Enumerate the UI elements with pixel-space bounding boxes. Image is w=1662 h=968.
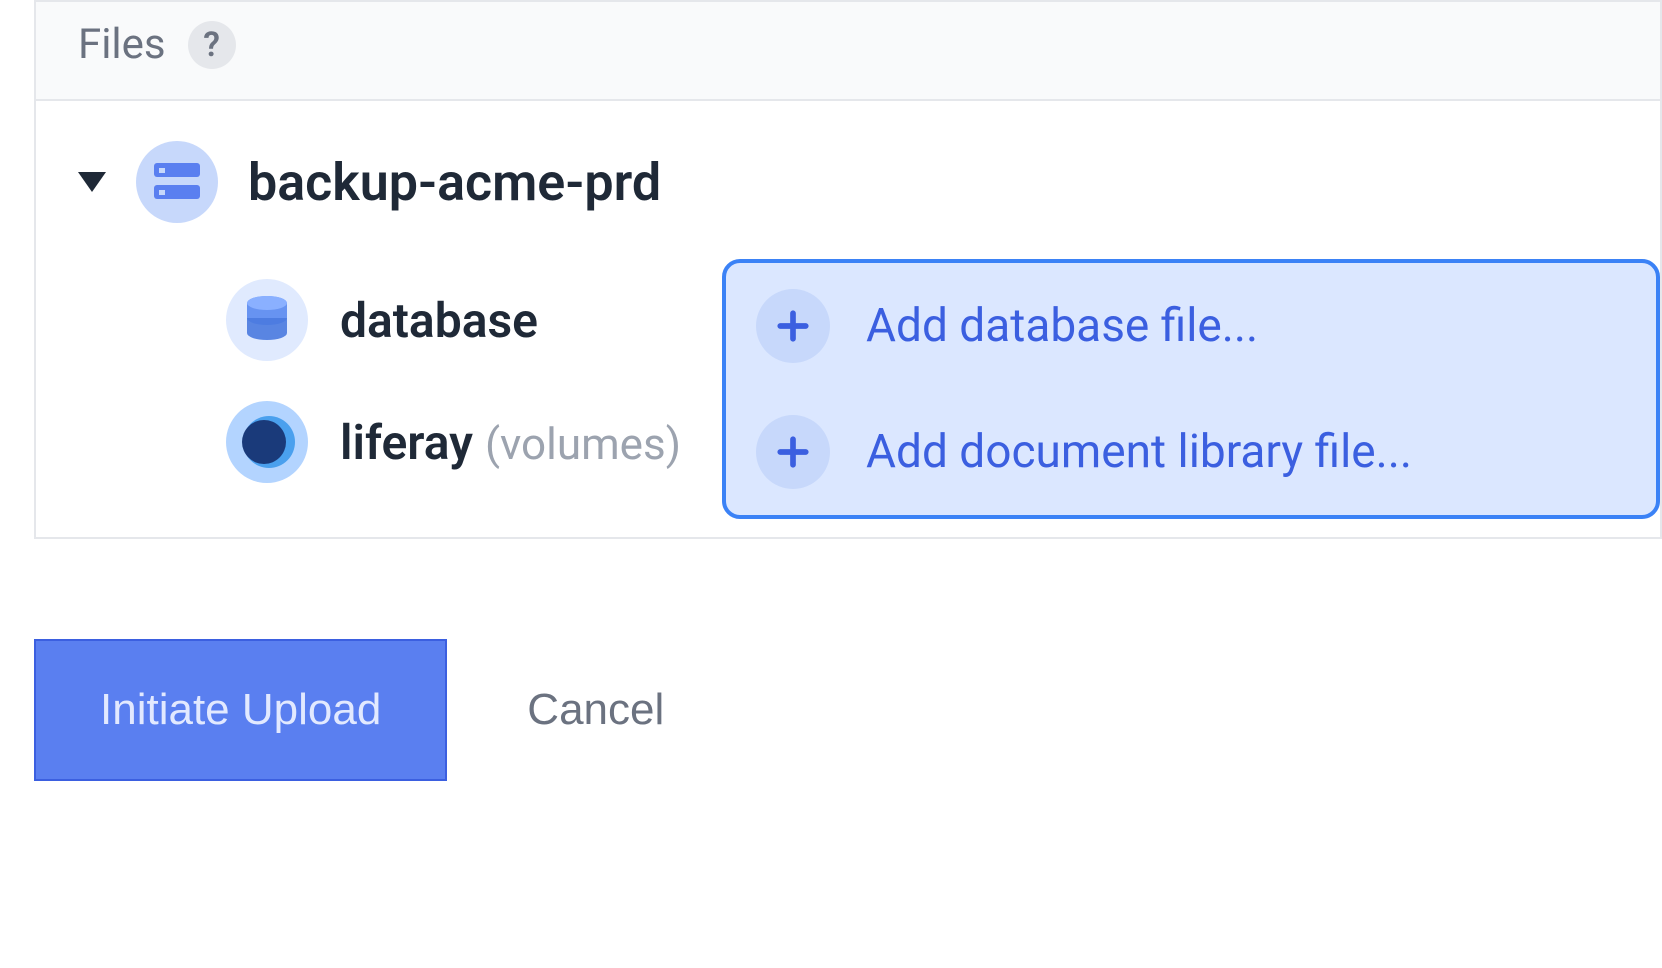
add-actions-highlight: Add database file... Add document librar… (722, 259, 1660, 519)
tree-root-row: backup-acme-prd (36, 141, 1660, 259)
plus-icon (756, 289, 830, 363)
cancel-button[interactable]: Cancel (527, 685, 664, 735)
plus-icon (756, 415, 830, 489)
tree-child-database: database (36, 259, 722, 381)
root-label: backup-acme-prd (248, 152, 661, 213)
panel-body: backup-acme-prd database (36, 101, 1660, 537)
initiate-upload-button[interactable]: Initiate Upload (34, 639, 447, 781)
server-icon (136, 141, 218, 223)
add-doclib-label: Add document library file... (866, 425, 1412, 479)
panel-title: Files (78, 20, 166, 69)
liferay-label: liferay (340, 414, 473, 471)
add-database-label: Add database file... (866, 299, 1258, 353)
add-document-library-file-button[interactable]: Add document library file... (726, 389, 1656, 515)
files-panel: Files ? backup-acme-prd (34, 0, 1662, 539)
tree-child-liferay: liferay (volumes) (36, 381, 722, 503)
action-bar: Initiate Upload Cancel (0, 539, 1662, 781)
liferay-icon (226, 401, 308, 483)
database-label: database (340, 292, 538, 349)
help-icon[interactable]: ? (188, 21, 236, 69)
children-container: database liferay (volumes) (36, 259, 1660, 519)
panel-header: Files ? (36, 2, 1660, 101)
caret-down-icon[interactable] (78, 172, 106, 192)
add-database-file-button[interactable]: Add database file... (726, 263, 1656, 389)
database-icon (226, 279, 308, 361)
liferay-sublabel: (volumes) (485, 418, 681, 470)
